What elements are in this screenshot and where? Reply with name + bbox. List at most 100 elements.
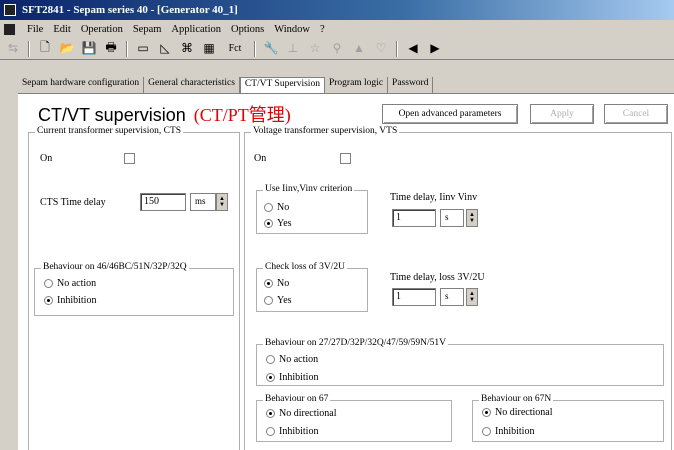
radio-indicator bbox=[264, 203, 273, 212]
save-icon[interactable]: 💾 bbox=[80, 40, 98, 58]
vts-group-legend: Voltage transformer supervision, VTS bbox=[251, 126, 400, 136]
b67n-inhibition-radio[interactable]: Inhibition bbox=[482, 426, 534, 437]
toolbar-separator bbox=[28, 40, 30, 57]
vts-delay-iinv-unit[interactable]: s bbox=[440, 209, 464, 227]
vts-criterion-legend: Use Iinv,Vinv criterion bbox=[263, 184, 355, 194]
page-title-chinese: (CT/PT管理) bbox=[193, 105, 291, 125]
menu-file[interactable]: File bbox=[27, 24, 43, 35]
arrow-right-icon[interactable]: ▶ bbox=[426, 40, 444, 58]
vts-delay-loss-input[interactable]: 1 bbox=[392, 288, 436, 306]
menu-options[interactable]: Options bbox=[231, 24, 264, 35]
chart-icon[interactable]: ◺ bbox=[156, 40, 174, 58]
vts-delay-loss-spinner[interactable]: ▲ ▼ bbox=[466, 288, 478, 306]
app-icon bbox=[4, 4, 16, 16]
radio-indicator bbox=[44, 279, 53, 288]
vts-on-checkbox[interactable] bbox=[340, 153, 351, 164]
cts-on-checkbox[interactable] bbox=[124, 153, 135, 164]
fct-button[interactable]: Fct bbox=[222, 40, 248, 58]
cts-time-delay-label: CTS Time delay bbox=[40, 197, 106, 208]
behaviour-67-legend: Behaviour on 67 bbox=[263, 394, 331, 404]
document-icon[interactable] bbox=[4, 23, 15, 35]
new-file-icon[interactable]: 🗋 bbox=[36, 40, 54, 58]
b67n-no-directional-radio[interactable]: No directional bbox=[482, 407, 552, 418]
cts-inhibition-radio[interactable]: Inhibition bbox=[44, 295, 96, 306]
vts-criterion-no-radio[interactable]: No bbox=[264, 202, 289, 213]
toolbar-separator bbox=[396, 40, 398, 57]
open-folder-icon[interactable]: 📂 bbox=[58, 40, 76, 58]
cts-behaviour-legend: Behaviour on 46/46BC/51N/32P/32Q bbox=[41, 262, 189, 272]
b67n-inhibition-label: Inhibition bbox=[495, 426, 535, 437]
tab-general-characteristics[interactable]: General characteristics bbox=[144, 77, 240, 93]
tab-password[interactable]: Password bbox=[388, 77, 434, 93]
vts-loss-no-radio[interactable]: No bbox=[264, 278, 289, 289]
page-title-text: CT/VT supervision bbox=[38, 105, 186, 125]
cts-time-delay-input[interactable]: 150 bbox=[140, 193, 186, 211]
cts-no-action-radio[interactable]: No action bbox=[44, 278, 96, 289]
arrow-left-icon[interactable]: ◀ bbox=[404, 40, 422, 58]
vts-delay-iinv-label: Time delay, Iinv Vinv bbox=[390, 192, 478, 203]
radio-indicator bbox=[266, 409, 275, 418]
vts-loss-no-label: No bbox=[277, 278, 290, 289]
vts-loss-legend: Check loss of 3V/2U bbox=[263, 262, 347, 272]
cts-inhibition-label: Inhibition bbox=[57, 295, 97, 306]
tab-hardware-configuration[interactable]: Sepam hardware configuration bbox=[18, 77, 145, 93]
vts-no-action-radio[interactable]: No action bbox=[266, 354, 318, 365]
vts-criterion-no-label: No bbox=[277, 202, 290, 213]
wrench-icon[interactable]: 🔧 bbox=[262, 40, 280, 58]
cts-time-delay-spinner[interactable]: ▲ ▼ bbox=[216, 193, 228, 211]
radio-indicator bbox=[264, 219, 273, 228]
tool-icon[interactable]: ⊥ bbox=[284, 40, 302, 58]
vts-delay-loss-unit[interactable]: s bbox=[440, 288, 464, 306]
vts-loss-yes-radio[interactable]: Yes bbox=[264, 295, 292, 306]
menu-sepam[interactable]: Sepam bbox=[133, 24, 162, 35]
radio-indicator bbox=[264, 296, 273, 305]
connect-icon[interactable]: ⇆ bbox=[4, 40, 22, 58]
vts-loss-yes-label: Yes bbox=[277, 295, 292, 306]
cts-no-action-label: No action bbox=[57, 278, 97, 289]
radio-indicator bbox=[266, 355, 275, 364]
cts-on-label: On bbox=[40, 153, 53, 164]
vts-inhibition-label: Inhibition bbox=[279, 372, 319, 383]
signal-icon[interactable]: ⚲ bbox=[328, 40, 346, 58]
print-icon[interactable]: 🖶 bbox=[102, 40, 120, 58]
toolbar-separator bbox=[254, 40, 256, 57]
menu-edit[interactable]: Edit bbox=[53, 24, 71, 35]
menu-bar: File Edit Operation Sepam Application Op… bbox=[0, 20, 674, 38]
radio-indicator bbox=[266, 427, 275, 436]
window-title: SFT2841 - Sepam series 40 - [Generator 4… bbox=[22, 4, 238, 16]
star-icon[interactable]: ☆ bbox=[306, 40, 324, 58]
radio-indicator bbox=[44, 296, 53, 305]
menu-operation[interactable]: Operation bbox=[81, 24, 123, 35]
b67-no-directional-radio[interactable]: No directional bbox=[266, 408, 336, 419]
application-window: SFT2841 - Sepam series 40 - [Generator 4… bbox=[0, 0, 674, 450]
cts-behaviour-group: Behaviour on 46/46BC/51N/32P/32Q bbox=[34, 262, 234, 316]
warning-icon[interactable]: ▲ bbox=[350, 40, 368, 58]
vts-no-action-label: No action bbox=[279, 354, 319, 365]
behaviour-67n-legend: Behaviour on 67N bbox=[479, 394, 554, 404]
vts-delay-iinv-input[interactable]: 1 bbox=[392, 209, 436, 227]
cancel-button[interactable]: Cancel bbox=[604, 104, 668, 124]
open-advanced-parameters-button[interactable]: Open advanced parameters bbox=[382, 104, 518, 124]
menu-application[interactable]: Application bbox=[171, 24, 221, 35]
vts-on-label: On bbox=[254, 153, 267, 164]
cts-time-delay-unit[interactable]: ms bbox=[190, 193, 216, 211]
apply-button[interactable]: Apply bbox=[530, 104, 594, 124]
logic-icon[interactable]: ⌘ bbox=[178, 40, 196, 58]
toolbar: ⇆ 🗋 📂 💾 🖶 ▭ ◺ ⌘ ▦ Fct 🔧 ⊥ ☆ ⚲ ▲ ♡ ◀ ▶ bbox=[0, 38, 674, 60]
vts-criterion-yes-radio[interactable]: Yes bbox=[264, 218, 292, 229]
heart-icon[interactable]: ♡ bbox=[372, 40, 390, 58]
tab-program-logic[interactable]: Program logic bbox=[325, 77, 389, 93]
page-title: CT/VT supervision (CT/PT管理) bbox=[38, 101, 291, 127]
tab-ct-vt-supervision[interactable]: CT/VT Supervision bbox=[239, 77, 325, 93]
vts-delay-iinv-spinner[interactable]: ▲ ▼ bbox=[466, 209, 478, 227]
cts-group-legend: Current transformer supervision, CTS bbox=[35, 126, 184, 136]
vts-delay-loss-label: Time delay, loss 3V/2U bbox=[390, 272, 485, 283]
tab-strip: Sepam hardware configuration General cha… bbox=[18, 77, 434, 93]
monitor-icon[interactable]: ▭ bbox=[134, 40, 152, 58]
menu-help[interactable]: ? bbox=[320, 24, 325, 35]
vts-inhibition-radio[interactable]: Inhibition bbox=[266, 372, 318, 383]
menu-window[interactable]: Window bbox=[274, 24, 310, 35]
b67-inhibition-radio[interactable]: Inhibition bbox=[266, 426, 318, 437]
vts-criterion-yes-label: Yes bbox=[277, 218, 292, 229]
table-icon[interactable]: ▦ bbox=[200, 40, 218, 58]
